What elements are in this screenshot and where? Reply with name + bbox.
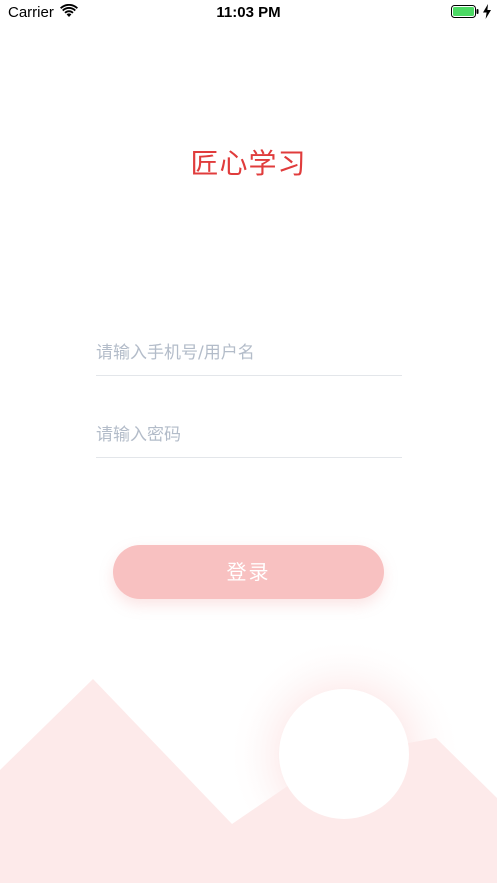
password-input[interactable] — [96, 413, 402, 457]
mountain-decoration — [0, 637, 497, 883]
clock: 11:03 PM — [216, 4, 281, 21]
username-input[interactable] — [96, 331, 402, 375]
sun-circle — [279, 689, 409, 819]
login-button[interactable]: 登录 — [113, 545, 384, 599]
password-field[interactable] — [96, 413, 402, 458]
status-bar: Carrier 11:03 PM — [0, 0, 497, 26]
username-field[interactable] — [96, 331, 402, 376]
battery-icon — [451, 5, 479, 18]
app-title: 匠心学习 — [190, 147, 307, 180]
charging-bolt-icon — [483, 4, 491, 19]
